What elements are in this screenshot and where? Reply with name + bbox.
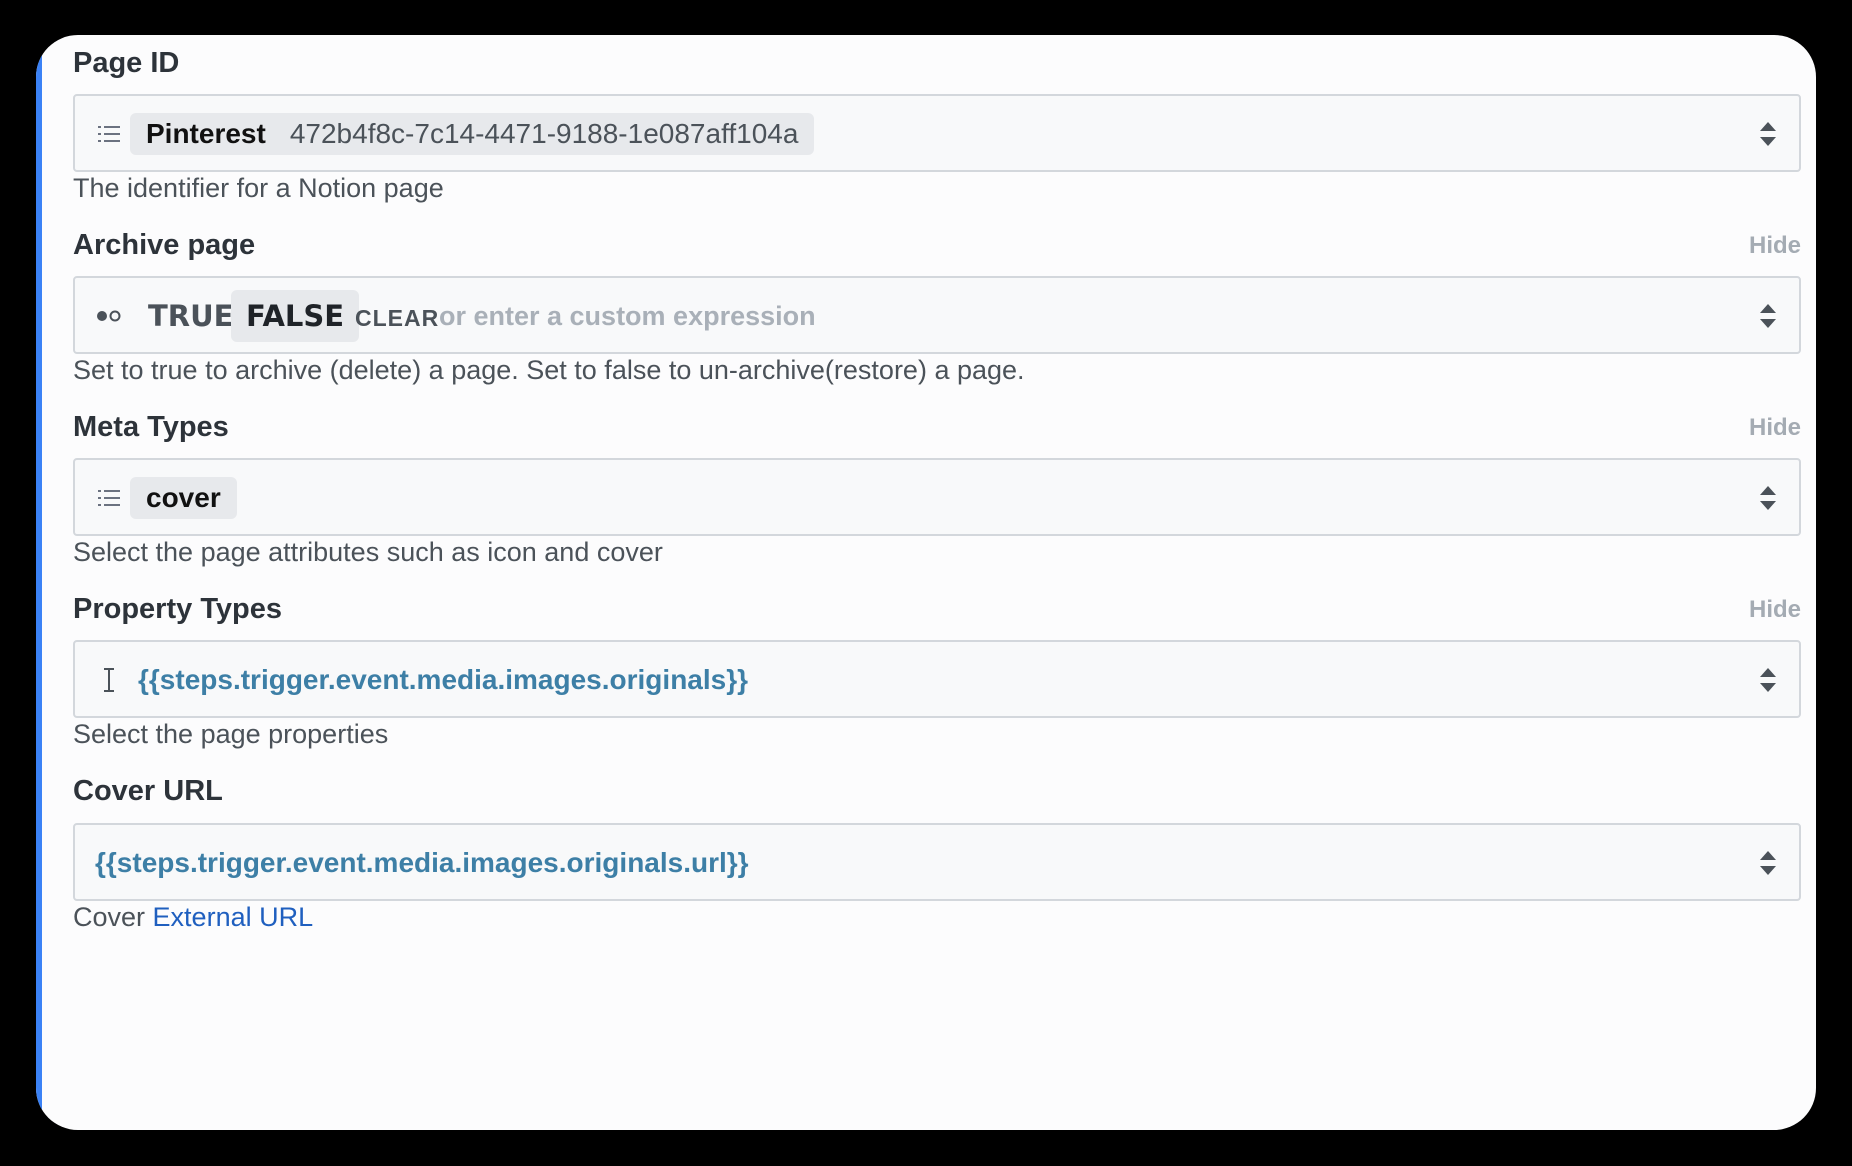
chip-name: Pinterest <box>146 118 266 149</box>
selected-page-chip[interactable]: Pinterest 472b4f8c-7c14-4471-9188-1e087a… <box>130 113 815 155</box>
list-icon <box>95 484 123 512</box>
field-label: Page ID <box>73 47 180 79</box>
chip-value: 472b4f8c-7c14-4471-9188-1e087aff104a <box>289 118 799 149</box>
clear-button[interactable]: CLEAR <box>355 305 439 332</box>
cover-url-input[interactable]: {{steps.trigger.event.media.images.origi… <box>73 823 1801 901</box>
chip-name: cover <box>146 482 221 513</box>
external-url-link[interactable]: External URL <box>153 902 314 932</box>
field-help: Cover External URL <box>73 900 313 934</box>
field-help: Select the page properties <box>73 719 389 749</box>
sort-stepper-icon[interactable] <box>1757 120 1779 148</box>
field-label: Property Types <box>73 593 282 625</box>
help-prefix: Cover <box>73 902 146 932</box>
expression-value[interactable]: {{steps.trigger.event.media.images.origi… <box>95 845 749 881</box>
active-step-indicator <box>36 35 42 1130</box>
field-archive-page: Archive page Hide TRUE FALSE CLEAR or en… <box>73 227 1801 385</box>
field-meta-types: Meta Types Hide cover Select the page at… <box>73 409 1801 567</box>
sort-stepper-icon[interactable] <box>1757 849 1779 877</box>
field-help: Set to true to archive (delete) a page. … <box>73 355 1025 385</box>
hide-link[interactable]: Hide <box>1749 595 1801 625</box>
field-help: The identifier for a Notion page <box>73 173 444 203</box>
text-cursor-icon <box>95 666 123 694</box>
field-page-id: Page ID Pinterest 472b4f8c-7c14-4471-918… <box>73 45 1801 203</box>
list-icon <box>95 120 123 148</box>
sort-stepper-icon[interactable] <box>1757 484 1779 512</box>
page-id-select[interactable]: Pinterest 472b4f8c-7c14-4471-9188-1e087a… <box>73 94 1801 172</box>
false-option-button[interactable]: FALSE <box>231 290 360 342</box>
sort-stepper-icon[interactable] <box>1757 302 1779 330</box>
field-label: Meta Types <box>73 411 229 443</box>
property-types-input[interactable]: {{steps.trigger.event.media.images.origi… <box>73 640 1801 718</box>
field-help: Select the page attributes such as icon … <box>73 537 663 567</box>
field-cover-url: Cover URL {{steps.trigger.event.media.im… <box>73 773 1801 932</box>
meta-types-select[interactable]: cover <box>73 458 1801 536</box>
hide-link[interactable]: Hide <box>1749 231 1801 261</box>
field-label: Archive page <box>73 229 256 261</box>
selected-meta-chip[interactable]: cover <box>130 477 237 519</box>
field-label: Cover URL <box>73 775 223 807</box>
sort-stepper-icon[interactable] <box>1757 666 1779 694</box>
expression-value[interactable]: {{steps.trigger.event.media.images.origi… <box>138 662 748 698</box>
archive-page-input[interactable]: TRUE FALSE CLEAR or enter a custom expre… <box>73 276 1801 354</box>
field-property-types: Property Types Hide {{steps.trigger.even… <box>73 591 1801 749</box>
custom-expression-placeholder[interactable]: or enter a custom expression <box>439 298 816 334</box>
toggle-icon <box>95 302 123 330</box>
props-form-card: Page ID Pinterest 472b4f8c-7c14-4471-918… <box>36 35 1816 1130</box>
hide-link[interactable]: Hide <box>1749 413 1801 443</box>
